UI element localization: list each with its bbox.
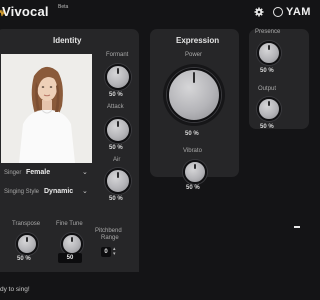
singing-style-select[interactable]: Dynamic <box>44 188 73 195</box>
status-bar <box>0 282 300 300</box>
pitchbend-label-line1: Pitchbend <box>95 228 122 234</box>
brand-logo: YAM <box>286 6 311 18</box>
singer-portrait <box>1 54 92 163</box>
vibrato-value: 50 % <box>186 185 200 191</box>
output-value: 50 % <box>260 124 274 130</box>
presence-value: 50 % <box>260 68 274 74</box>
singer-label: Singer <box>4 170 22 176</box>
presence-knob[interactable] <box>257 41 281 65</box>
fine-tune-knob[interactable] <box>61 233 83 255</box>
formant-knob[interactable] <box>105 64 131 90</box>
transpose-value: 50 % <box>17 256 31 262</box>
vibrato-knob[interactable] <box>183 160 207 184</box>
brand-mark-icon <box>273 7 283 17</box>
singer-select[interactable]: Female <box>26 169 50 176</box>
power-knob[interactable] <box>167 68 221 122</box>
logo-badge: Beta <box>58 4 69 10</box>
pitchbend-label-line2: Range <box>101 235 119 241</box>
formant-label: Formant <box>106 52 129 58</box>
presence-label: Presence <box>255 29 281 35</box>
app-logo: Vivocal <box>2 4 49 19</box>
singing-style-label: Singing Style <box>4 189 40 195</box>
output-knob[interactable] <box>257 97 281 121</box>
air-knob[interactable] <box>105 168 131 194</box>
chevron-down-icon[interactable]: ⌄ <box>82 187 88 195</box>
identity-title: Identity <box>53 36 82 45</box>
transpose-label: Transpose <box>12 221 41 227</box>
status-text: dy to sing! <box>0 286 30 293</box>
stepper-arrows-icon[interactable]: ▴ ▾ <box>113 247 116 257</box>
fine-tune-label: Fine Tune <box>56 221 83 227</box>
attack-label: Attack <box>107 104 124 110</box>
vibrato-label: Vibrato <box>183 148 202 154</box>
transpose-knob[interactable] <box>16 233 38 255</box>
attack-value: 50 % <box>109 145 123 151</box>
air-value: 50 % <box>109 196 123 202</box>
attack-knob[interactable] <box>105 117 131 143</box>
gear-icon[interactable] <box>254 7 264 17</box>
pitchbend-input[interactable]: 0 <box>101 247 111 257</box>
air-label: Air <box>113 157 121 163</box>
expression-title: Expression <box>176 36 220 45</box>
chevron-down-icon[interactable]: ⌄ <box>82 168 88 176</box>
meter-tick <box>294 226 300 228</box>
output-label: Output <box>258 86 277 92</box>
power-value: 50 % <box>185 131 199 137</box>
formant-value: 50 % <box>109 92 123 98</box>
power-label: Power <box>185 52 203 58</box>
fine-tune-input[interactable]: 50 <box>58 253 82 263</box>
